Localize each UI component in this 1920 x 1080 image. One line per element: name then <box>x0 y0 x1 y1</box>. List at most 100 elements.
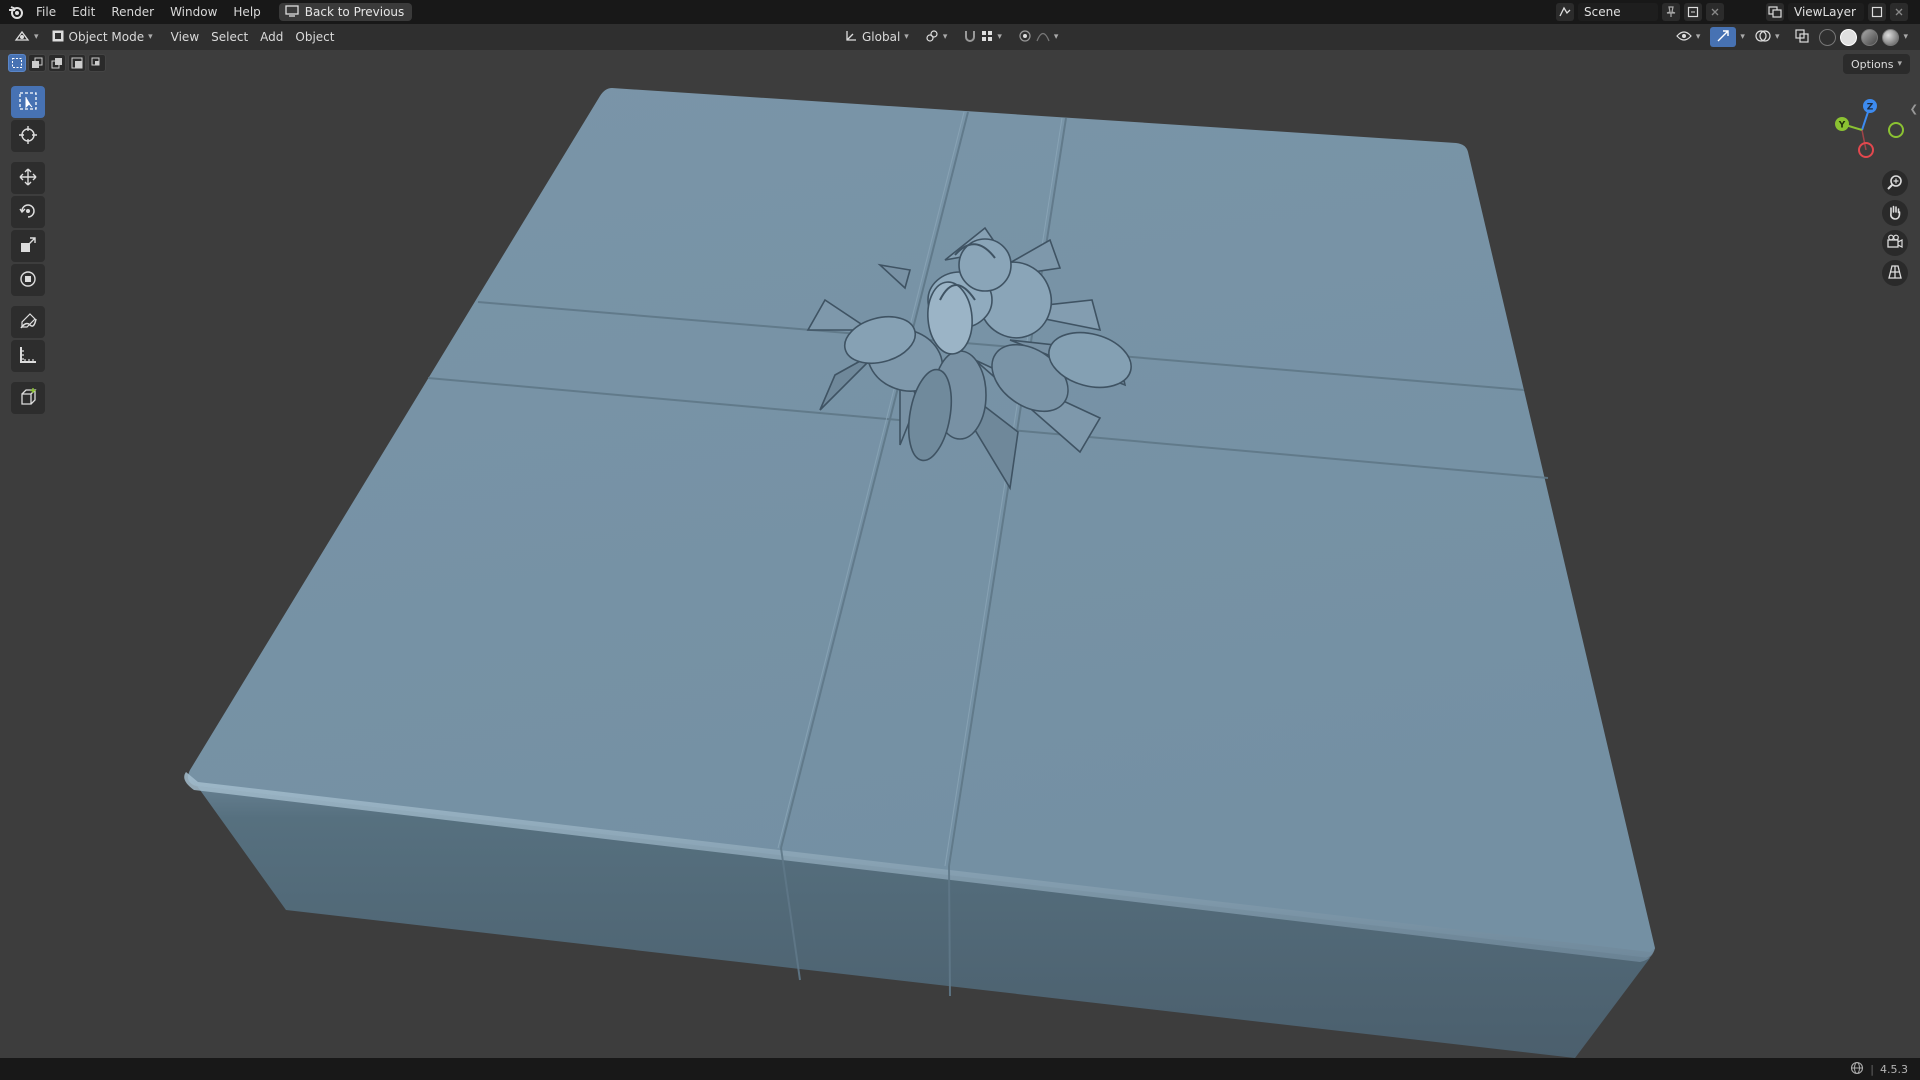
select-invert-icon[interactable] <box>68 54 86 72</box>
scale-icon <box>18 235 38 258</box>
scene-name-field[interactable]: Scene <box>1578 3 1658 21</box>
solid-shading-icon[interactable] <box>1840 28 1858 46</box>
camera-icon <box>1886 234 1904 253</box>
falloff-curve-icon <box>1036 30 1050 45</box>
sidebar-toggle-icon[interactable]: ❮ <box>1910 104 1918 115</box>
annotate-tool[interactable] <box>11 306 45 338</box>
grid-perspective-icon <box>1887 264 1903 283</box>
new-scene-icon[interactable] <box>1684 3 1702 21</box>
navigation-gizmo[interactable]: Z Y <box>1824 94 1904 168</box>
editor-type-button[interactable]: ▾ <box>8 27 45 47</box>
visibility-dropdown[interactable]: ▾ <box>1670 27 1707 47</box>
selection-mode-buttons <box>8 54 106 72</box>
viewport-display-controls: ▾ ▾ ▾ ▾ <box>1670 27 1908 47</box>
add-cube-tool[interactable] <box>11 382 45 414</box>
back-to-previous-label: Back to Previous <box>304 5 405 19</box>
select-box-tool[interactable] <box>11 86 45 118</box>
menu-render[interactable]: Render <box>103 0 162 24</box>
proportional-editing-toggle[interactable]: ▾ <box>1012 27 1065 47</box>
scene-browse-icon[interactable] <box>1556 3 1574 21</box>
rotate-tool[interactable] <box>11 196 45 228</box>
select-box-icon <box>18 91 38 114</box>
view-layer-browse-icon[interactable] <box>1766 3 1784 21</box>
wireframe-shading-icon[interactable] <box>1819 28 1837 46</box>
chevron-down-icon: ▾ <box>148 32 153 42</box>
rotate-icon <box>18 201 38 224</box>
select-extend-icon[interactable] <box>28 54 46 72</box>
xray-toggle[interactable] <box>1789 27 1815 47</box>
zoom-button[interactable] <box>1882 170 1908 196</box>
snap-toggle[interactable]: ▾ <box>957 27 1008 47</box>
delete-scene-icon[interactable] <box>1706 3 1724 21</box>
menu-object[interactable]: Object <box>289 27 340 47</box>
3d-viewport-icon <box>14 29 30 46</box>
transform-orientation-dropdown[interactable]: Global ▾ <box>838 27 915 47</box>
options-dropdown[interactable]: Options ▾ <box>1843 54 1910 74</box>
delete-view-layer-icon[interactable] <box>1890 3 1908 21</box>
gizmo-icon <box>1716 29 1730 46</box>
select-intersect-icon[interactable] <box>88 54 106 72</box>
pivot-icon <box>925 29 939 46</box>
top-menu-bar: File Edit Render Window Help Back to Pre… <box>0 0 1920 24</box>
transform-icon <box>18 269 38 292</box>
select-new-icon[interactable] <box>8 54 26 72</box>
hand-icon <box>1887 204 1903 223</box>
transform-controls: Global ▾ ▾ ▾ ▾ <box>838 27 1064 47</box>
menu-select[interactable]: Select <box>205 27 254 47</box>
z-axis-label: Z <box>1867 103 1874 113</box>
proportional-editing-icon <box>1018 29 1032 46</box>
menu-edit[interactable]: Edit <box>64 0 103 24</box>
scene-selector: Scene <box>1556 3 1724 21</box>
blender-logo-icon[interactable] <box>4 0 28 24</box>
add-cube-icon <box>18 387 38 410</box>
material-preview-shading-icon[interactable] <box>1861 28 1879 46</box>
status-separator: | <box>1870 1062 1874 1076</box>
chevron-down-icon: ▾ <box>1897 59 1902 69</box>
chevron-down-icon: ▾ <box>1695 32 1701 42</box>
magnet-icon <box>963 29 977 46</box>
eye-icon <box>1676 30 1692 45</box>
menu-add[interactable]: Add <box>254 27 289 47</box>
gizmos-toggle[interactable] <box>1710 27 1737 47</box>
menu-view[interactable]: View <box>165 27 205 47</box>
new-view-layer-icon[interactable] <box>1868 3 1886 21</box>
chevron-down-icon: ▾ <box>997 32 1002 42</box>
measure-ruler-icon <box>18 345 38 368</box>
overlays-toggle[interactable]: ▾ <box>1749 27 1786 47</box>
view-layer-name-field[interactable]: ViewLayer <box>1788 3 1864 21</box>
menu-window[interactable]: Window <box>162 0 225 24</box>
cursor-icon <box>18 125 38 148</box>
perspective-toggle-button[interactable] <box>1882 260 1908 286</box>
view-layer-selector: ViewLayer <box>1766 3 1908 21</box>
menu-help[interactable]: Help <box>225 0 268 24</box>
status-bar: | 4.5.3 <box>0 1058 1920 1080</box>
tool-shelf <box>8 86 48 414</box>
scale-tool[interactable] <box>11 230 45 262</box>
version-info: | 4.5.3 <box>1850 1061 1920 1078</box>
xray-icon <box>1795 28 1810 46</box>
rendered-shading-icon[interactable] <box>1882 28 1900 46</box>
move-tool[interactable] <box>11 162 45 194</box>
chevron-down-icon[interactable]: ▾ <box>1903 32 1908 42</box>
y-axis-label: Y <box>1838 121 1846 131</box>
chevron-down-icon: ▾ <box>34 32 39 42</box>
cursor-tool[interactable] <box>11 120 45 152</box>
measure-tool[interactable] <box>11 340 45 372</box>
transform-tool[interactable] <box>11 264 45 296</box>
move-icon <box>18 167 38 190</box>
pivot-point-dropdown[interactable]: ▾ <box>919 27 954 47</box>
object-mode-label: Object Mode <box>68 30 145 44</box>
orientation-axes-icon <box>844 29 858 46</box>
pin-icon[interactable] <box>1662 3 1680 21</box>
menu-file[interactable]: File <box>28 0 64 24</box>
pan-button[interactable] <box>1882 200 1908 226</box>
camera-view-button[interactable] <box>1882 230 1908 256</box>
chevron-down-icon[interactable]: ▾ <box>1740 32 1745 42</box>
viewport-scene[interactable] <box>0 0 1920 1080</box>
options-label: Options <box>1851 57 1894 71</box>
object-mode-dropdown[interactable]: Object Mode ▾ <box>45 27 159 47</box>
chevron-down-icon: ▾ <box>1774 32 1780 42</box>
select-subtract-icon[interactable] <box>48 54 66 72</box>
snap-grid-icon <box>981 30 993 45</box>
back-to-previous-button[interactable]: Back to Previous <box>278 3 413 21</box>
